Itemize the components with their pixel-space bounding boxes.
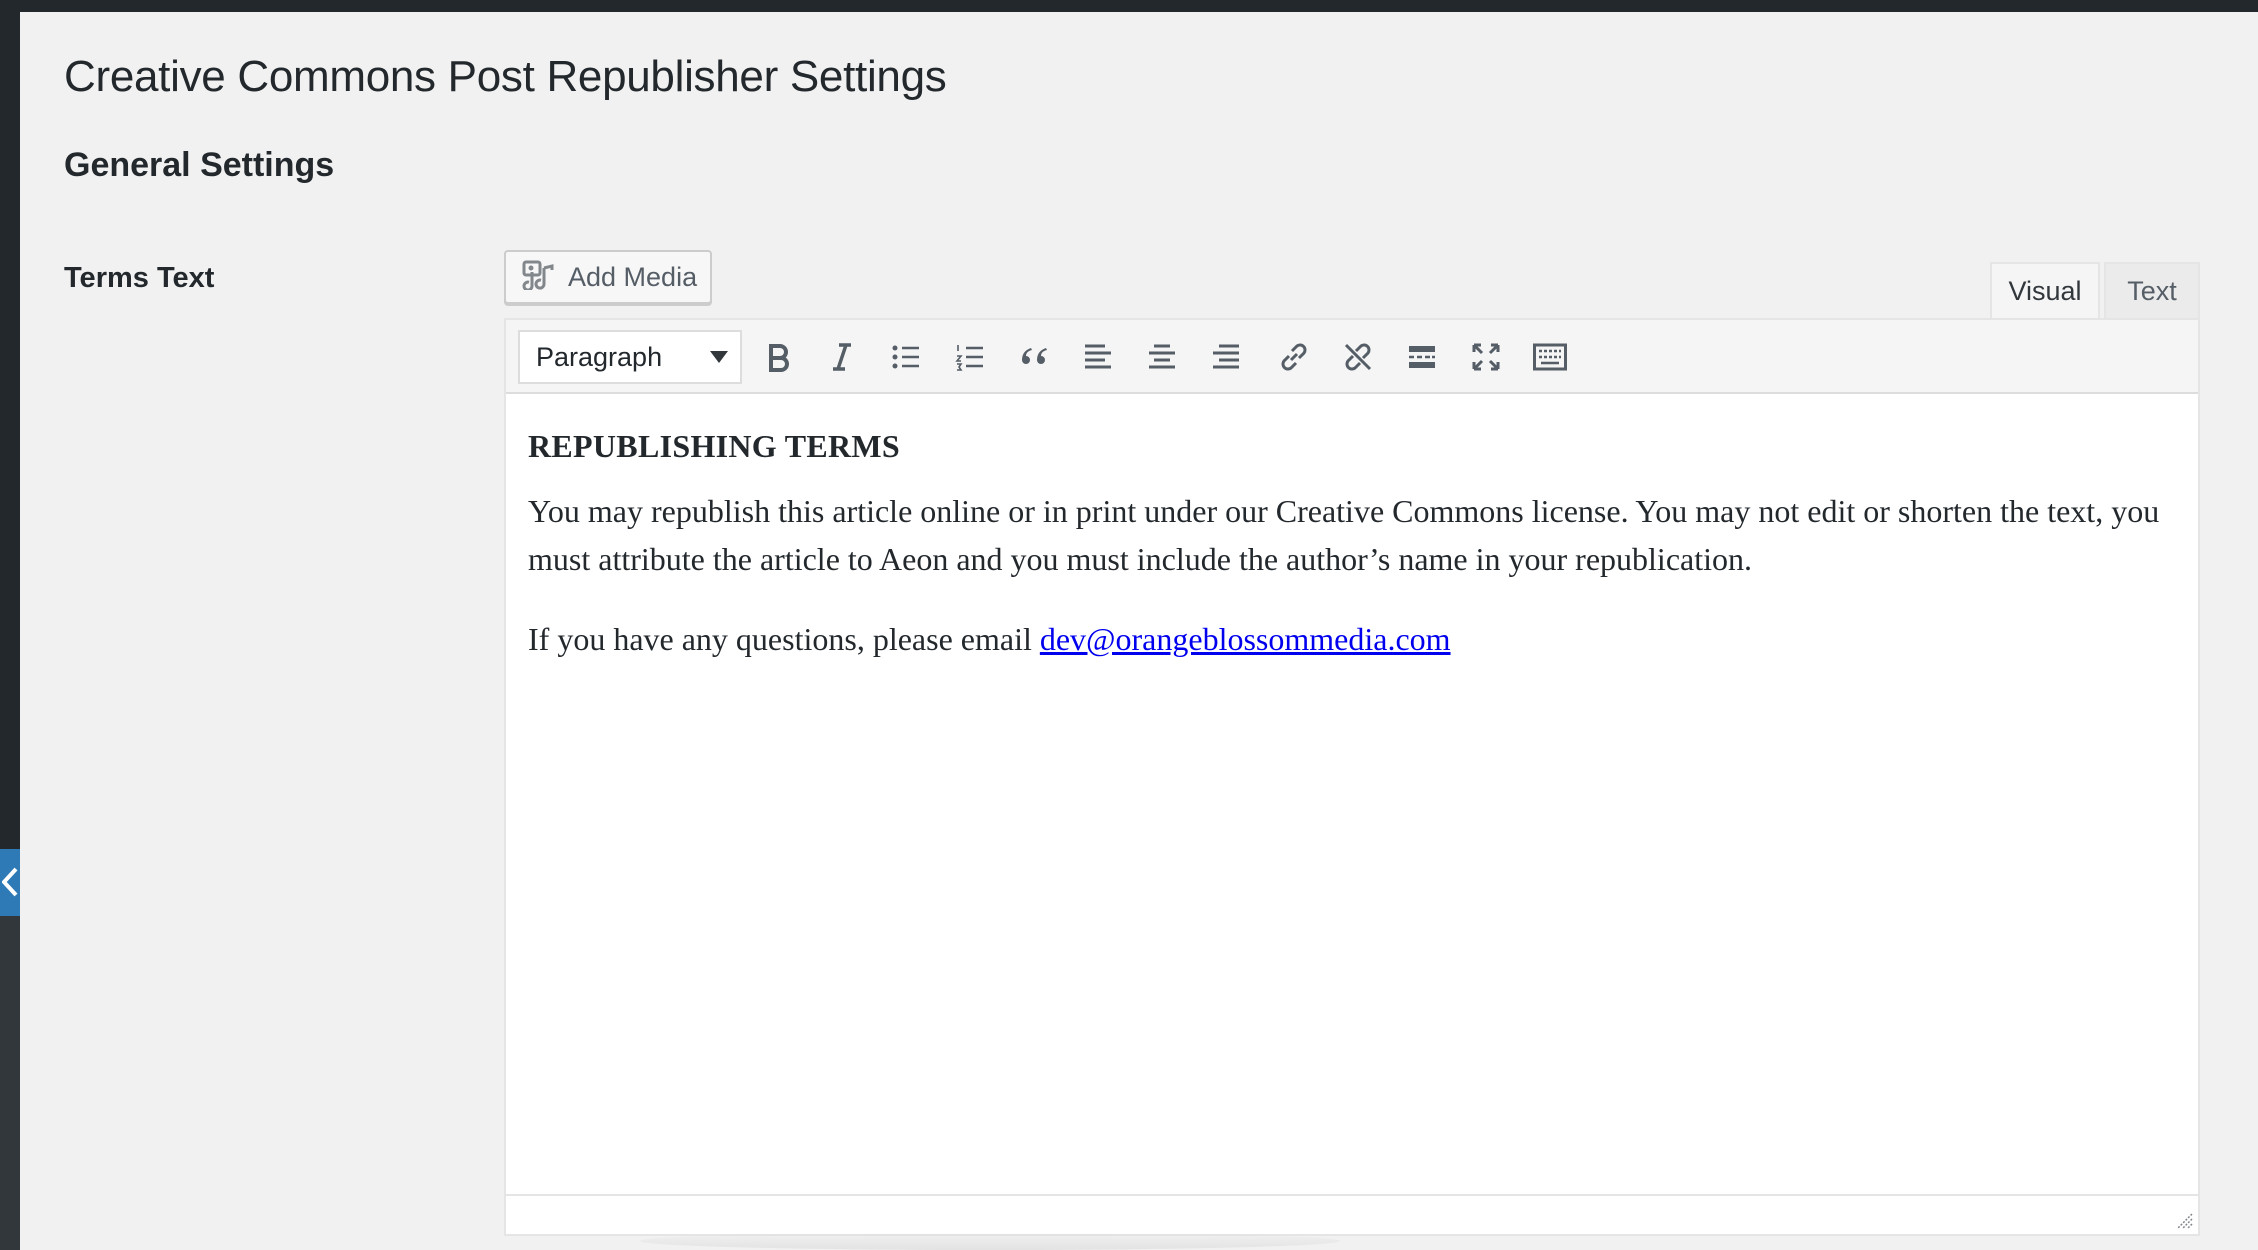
editor-toolbar: Paragraph [506,320,2198,394]
format-select[interactable]: Paragraph [518,330,742,384]
fullscreen-button[interactable] [1461,332,1511,382]
fullscreen-icon [1472,343,1500,371]
dropdown-caret-icon [710,351,728,363]
admin-top-bar [0,0,2258,12]
read-more-icon [1409,346,1435,368]
page-title: Creative Commons Post Republisher Settin… [64,52,947,101]
terms-paragraph: You may republish this article online or… [528,493,2160,577]
bold-button[interactable] [753,332,803,382]
section-title: General Settings [64,146,335,184]
italic-button[interactable] [817,332,867,382]
editor-statusbar [506,1194,2198,1234]
numbered-list-button[interactable] [945,332,995,382]
rich-text-editor: Paragraph REPUBLISHING TERMS You may rep… [504,318,2200,1236]
bold-icon [769,344,789,372]
align-center-button[interactable] [1137,332,1187,382]
unlink-icon [1344,343,1372,371]
toolbar-toggle-button[interactable] [1525,332,1575,382]
add-media-label: Add Media [568,261,698,292]
resize-handle-icon[interactable] [2174,1210,2194,1230]
add-media-icon [522,258,556,297]
keyboard-icon [1533,343,1567,371]
add-media-button[interactable]: Add Media [504,250,712,304]
tab-text[interactable]: Text [2104,262,2200,319]
blockquote-icon [1022,348,1047,364]
align-left-icon [1085,344,1111,369]
admin-sidebar-lower [0,916,20,1250]
admin-sidebar [0,12,20,1250]
terms-heading: REPUBLISHING TERMS [528,428,901,464]
format-select-value: Paragraph [536,341,663,372]
contact-email-link[interactable]: dev@orangeblossommedia.com [1040,621,1451,657]
contact-paragraph: If you have any questions, please email … [528,615,2176,663]
numbered-list-icon [955,345,983,371]
align-left-button[interactable] [1073,332,1123,382]
collapse-menu-tab[interactable] [0,849,20,916]
insert-link-button[interactable] [1269,332,1319,382]
blockquote-button[interactable] [1009,332,1059,382]
align-right-icon [1213,344,1239,369]
chevron-left-icon [2,867,18,897]
align-center-icon [1149,344,1175,369]
link-icon [1281,343,1307,371]
read-more-button[interactable] [1397,332,1447,382]
italic-icon [833,343,851,371]
remove-link-button[interactable] [1333,332,1383,382]
contact-prefix: If you have any questions, please email [528,621,1040,657]
bulleted-list-icon [892,345,919,369]
align-right-button[interactable] [1201,332,1251,382]
bulleted-list-button[interactable] [881,332,931,382]
terms-text-label: Terms Text [64,262,215,294]
tab-visual[interactable]: Visual [1990,262,2100,319]
bottom-shadow [640,1232,1340,1250]
editor-content[interactable]: REPUBLISHING TERMS You may republish thi… [506,394,2198,1194]
